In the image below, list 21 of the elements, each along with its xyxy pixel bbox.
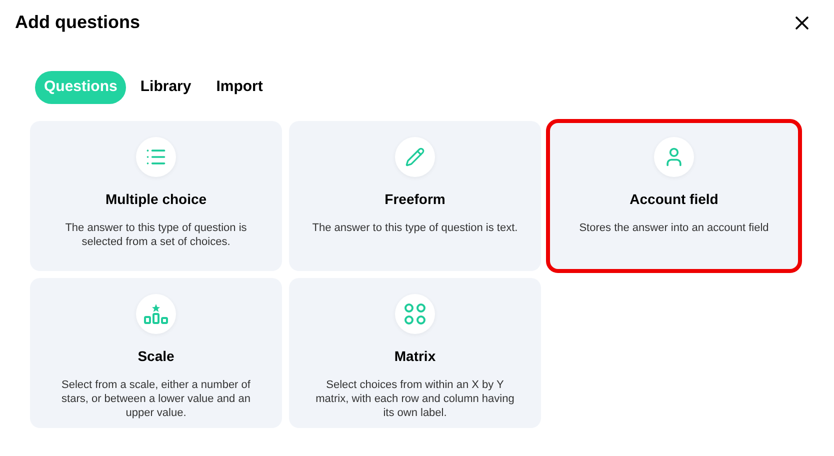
tab[interactable]: Library — [129, 71, 202, 104]
card-title: Account field — [630, 190, 718, 209]
four-circles-icon — [404, 303, 426, 325]
card-description: Select from a scale, either a number of stars, or between a lower value and an upper value. — [60, 378, 252, 420]
tab[interactable]: Import — [205, 71, 274, 104]
question-type-card[interactable]: Matrix Select choices from within an X by Y matrix, with each row and column having its own label. — [289, 278, 541, 428]
card-title: Scale — [138, 347, 174, 366]
question-type-card[interactable]: Scale Select from a scale, either a number of stars, or between a lower value and an upper value. — [30, 278, 282, 428]
question-type-card[interactable]: Freeform The answer to this type of question is text. — [289, 121, 541, 271]
card-description: Stores the answer into an account field — [578, 221, 770, 235]
pencil-icon — [405, 147, 425, 167]
question-type-card[interactable]: Account field Stores the answer into an account field — [548, 121, 800, 271]
card-description: The answer to this type of question is selected from a set of choices. — [64, 221, 248, 249]
card-description: The answer to this type of question is text. — [311, 221, 519, 235]
star-bars-icon — [144, 303, 168, 325]
card-title: Multiple choice — [105, 190, 207, 209]
question-type-card[interactable]: Multiple choice The answer to this type of question is selected from a set of choices. — [30, 121, 282, 271]
card-title: Matrix — [394, 347, 436, 366]
card-description: Select choices from within an X by Y matrix, with each row and column having its own label. — [314, 378, 516, 420]
dialog-title: Add questions — [15, 11, 140, 34]
card-title: Freeform — [384, 190, 446, 209]
